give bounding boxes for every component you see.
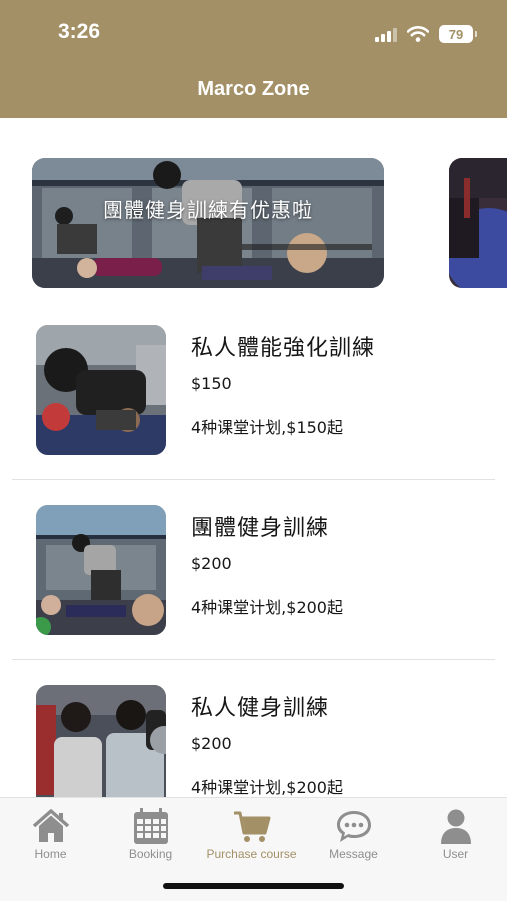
tab-label: Booking [128,847,173,861]
course-item[interactable]: 團體健身訓練 $200 4种课堂计划,$200起 [0,480,507,660]
gym-class-photo [32,158,384,288]
chat-bubble-icon [336,811,371,842]
cart-icon [233,811,270,842]
calendar-icon [133,808,168,844]
banner-carousel[interactable]: 團體健身訓練有优惠啦 [0,158,507,288]
course-thumbnail [36,325,166,455]
course-name: 私人健身訓練 [191,696,330,721]
battery-icon: 79 [439,25,477,43]
app-header: 3:26 79 Marco Zone [0,0,507,118]
course-name: 團體健身訓練 [191,516,330,541]
tab-label: Message [329,847,378,861]
tab-label: Home [34,847,67,861]
course-name: 私人體能強化訓練 [191,336,376,361]
promo-banner[interactable]: 團體健身訓練有优惠啦 [32,158,384,288]
course-plans: 4种课堂计划,$200起 [191,598,343,617]
gym-photo-partial [449,158,507,288]
course-thumbnail [36,505,166,635]
status-time: 3:26 [58,20,101,43]
tab-home[interactable]: Home [0,798,101,868]
course-plans: 4种课堂计划,$150起 [191,418,343,437]
status-icons: 79 [375,22,477,46]
page-title: Marco Zone [197,78,310,100]
course-price: $200 [191,734,232,753]
banner-caption: 團體健身訓練有优惠啦 [103,198,313,222]
course-item[interactable]: 私人體能強化訓練 $150 4种课堂计划,$150起 [0,300,507,480]
course-price: $150 [191,374,232,393]
tab-booking[interactable]: Booking [100,798,201,868]
user-icon [440,809,471,844]
promo-banner-next[interactable] [449,158,507,288]
course-thumbnail [36,685,166,815]
cellular-signal-icon [375,26,397,42]
home-indicator [163,883,344,889]
tab-user[interactable]: User [405,798,506,868]
course-price: $200 [191,554,232,573]
tab-purchase-course[interactable]: Purchase course [201,798,302,868]
home-icon [32,809,69,842]
wifi-icon [407,26,429,42]
tab-message[interactable]: Message [303,798,404,868]
course-plans: 4种课堂计划,$200起 [191,778,343,797]
tab-label: Purchase course [206,847,297,861]
tab-label: User [442,847,469,861]
